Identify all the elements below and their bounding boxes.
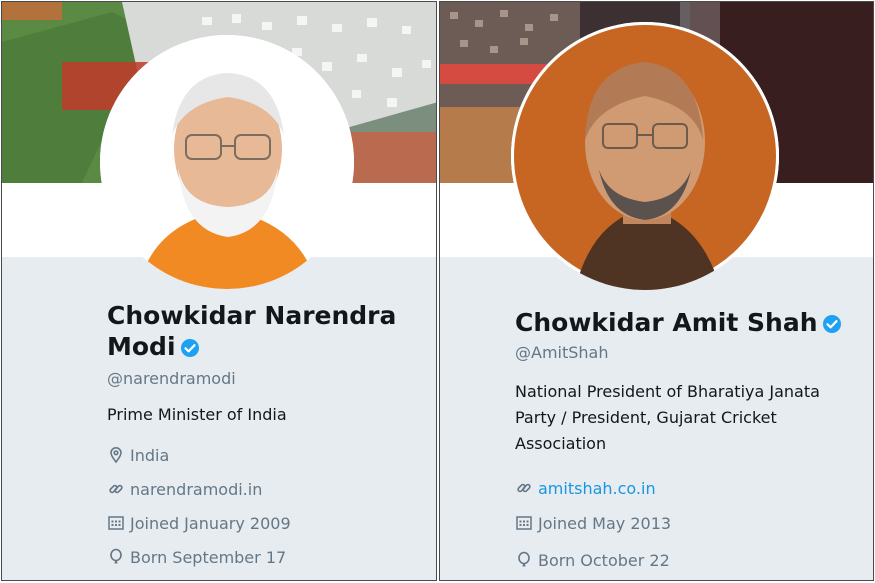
profile-joined: Joined January 2009 <box>107 511 291 535</box>
profile-born-text: Born September 17 <box>130 547 287 567</box>
calendar-icon <box>108 516 124 530</box>
profile-location: India <box>107 443 169 467</box>
profile-website-link[interactable]: amitshah.co.in <box>538 479 656 498</box>
profile-born: Born September 17 <box>107 545 286 569</box>
profile-bio: Prime Minister of India <box>107 405 287 424</box>
verified-badge-icon <box>822 310 842 341</box>
profile-website[interactable]: amitshah.co.in <box>515 476 656 500</box>
profile-photo <box>511 22 779 290</box>
profile-location-text: India <box>130 445 170 465</box>
link-icon <box>109 484 123 494</box>
calendar-icon <box>516 516 532 530</box>
balloon-icon <box>110 548 122 564</box>
profile-card-right: Chowkidar Amit Shah @AmitShah National P… <box>439 1 874 581</box>
profile-name: Chowkidar Narendra Modi <box>107 300 427 365</box>
profile-born-text: Born October 22 <box>538 550 670 570</box>
profile-handle[interactable]: @AmitShah <box>515 343 609 362</box>
profile-name-text: Chowkidar Amit Shah <box>515 308 818 337</box>
profile-photo <box>100 35 354 289</box>
profile-website[interactable]: narendramodi.in <box>107 477 262 501</box>
profile-avatar-right[interactable] <box>511 22 779 290</box>
profile-name: Chowkidar Amit Shah <box>515 307 865 341</box>
profile-born: Born October 22 <box>515 548 670 572</box>
profile-website-link[interactable]: narendramodi.in <box>130 480 262 499</box>
location-pin-icon <box>110 447 122 464</box>
profile-name-text: Chowkidar Narendra Modi <box>107 301 397 361</box>
profile-handle[interactable]: @narendramodi <box>107 369 236 388</box>
profile-joined-text: Joined January 2009 <box>130 513 291 533</box>
profile-avatar-left[interactable] <box>100 35 354 289</box>
link-icon <box>517 483 531 493</box>
profile-bio: National President of Bharatiya Janata P… <box>515 382 820 453</box>
balloon-icon <box>518 551 530 567</box>
verified-badge-icon <box>180 334 200 365</box>
profile-joined: Joined May 2013 <box>515 511 671 535</box>
profile-card-left: Chowkidar Narendra Modi @narendramodi Pr… <box>1 1 437 581</box>
profile-joined-text: Joined May 2013 <box>538 513 672 533</box>
